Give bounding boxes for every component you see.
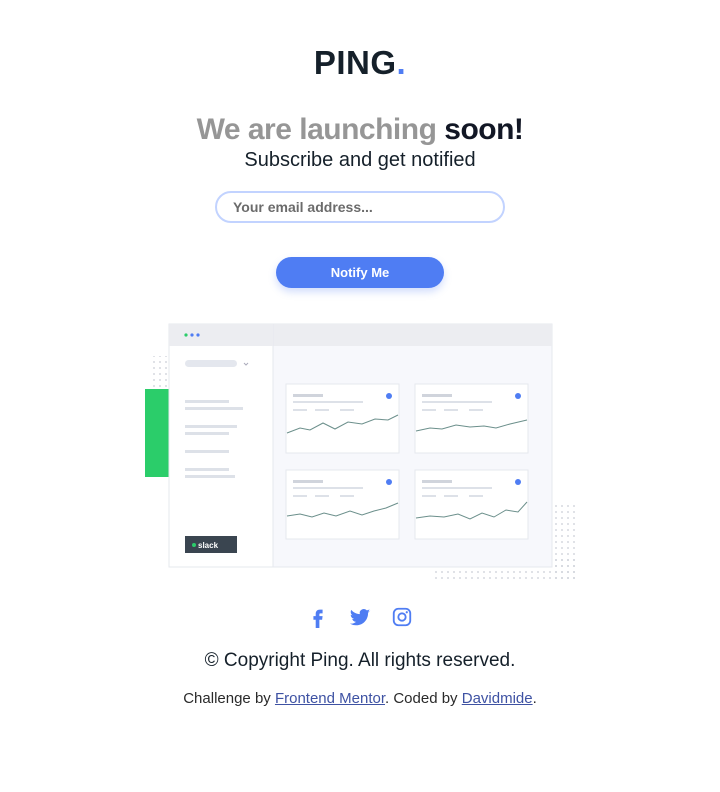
frontend-mentor-link[interactable]: Frontend Mentor [275, 690, 385, 707]
email-input[interactable] [215, 191, 505, 223]
chart-card [414, 383, 529, 454]
chart-card [285, 383, 400, 454]
dot-pattern-right [552, 504, 576, 582]
subline: Subscribe and get notified [244, 149, 476, 171]
facebook-icon[interactable] [307, 606, 329, 628]
copyright: © Copyright Ping. All rights reserved. [204, 650, 516, 671]
headline: We are launching soon! [0, 113, 720, 147]
logo-text: PING [313, 44, 397, 81]
twitter-icon[interactable] [349, 606, 371, 628]
sidebar-select [185, 360, 237, 367]
author-link[interactable]: Davidmide [462, 690, 533, 707]
chart-card [285, 469, 400, 540]
green-accent [145, 389, 171, 477]
credits-suffix: . [532, 690, 537, 707]
attribution: Challenge by Frontend Mentor. Coded by D… [0, 690, 720, 707]
instagram-icon[interactable] [391, 606, 413, 628]
headline-strong: soon! [444, 113, 524, 146]
credits-middle: . Coded by [385, 690, 458, 707]
chart-card [414, 469, 529, 540]
social-links [0, 606, 720, 628]
dashboard-illustration: slack [145, 323, 576, 582]
logo-dot: . [396, 44, 407, 81]
notify-button[interactable]: Notify Me [276, 257, 444, 288]
headline-muted: We are launching [196, 113, 437, 146]
logo: PING. [0, 44, 720, 82]
slack-badge-label: slack [198, 541, 219, 550]
credits-prefix: Challenge by [183, 690, 271, 707]
